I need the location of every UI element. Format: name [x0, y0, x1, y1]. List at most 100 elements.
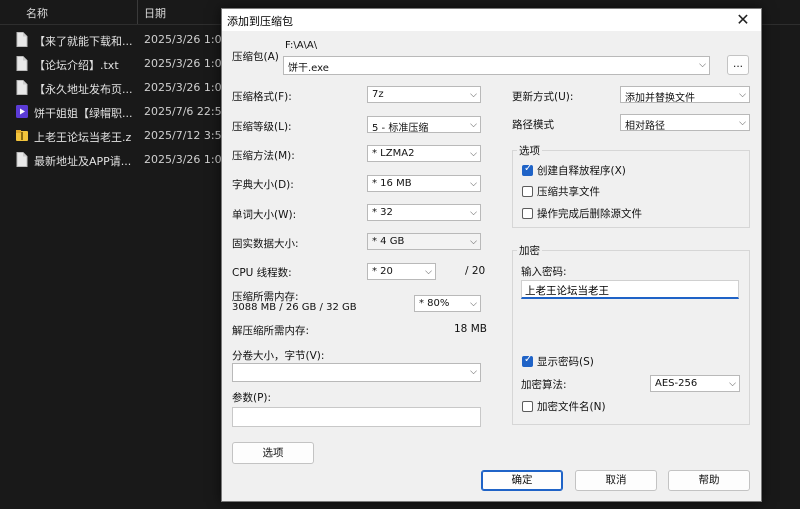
delete-after-label[interactable]: 操作完成后删除源文件 [537, 206, 642, 221]
close-icon[interactable]: ✕ [725, 9, 761, 31]
column-header-name[interactable]: 名称 [26, 5, 48, 21]
volume-size-combo[interactable]: ⌵ [232, 363, 481, 382]
update-mode-select[interactable]: 添加并替换文件 ⌵ [620, 86, 750, 104]
memory-detail: 3088 MB / 26 GB / 32 GB [232, 302, 357, 313]
update-mode-label: 更新方式(U): [512, 91, 574, 103]
archive-label: 压缩包(A) [232, 51, 279, 63]
chevron-down-icon[interactable]: ⌵ [470, 117, 477, 133]
chevron-down-icon[interactable]: ⌵ [699, 57, 706, 73]
video-file-icon [16, 105, 28, 118]
memory-percent-value: * 80% [419, 298, 450, 309]
document-icon [16, 56, 28, 71]
volume-size-label: 分卷大小，字节(V): [232, 350, 325, 362]
path-mode-value: 相对路径 [625, 121, 665, 132]
method-label: 压缩方法(M): [232, 150, 295, 162]
chevron-down-icon[interactable]: ⌵ [425, 264, 432, 280]
chevron-down-icon[interactable]: ⌵ [470, 296, 477, 312]
document-icon [16, 80, 28, 95]
file-row[interactable]: 【来了就能下载和... 2025/3/26 1:07 [0, 28, 230, 52]
chevron-down-icon[interactable]: ⌵ [729, 376, 736, 392]
params-label: 参数(P): [232, 392, 272, 404]
level-label: 压缩等级(L): [232, 121, 292, 133]
show-password-label[interactable]: 显示密码(S) [537, 354, 594, 369]
chevron-down-icon[interactable]: ⌵ [470, 364, 477, 380]
chevron-down-icon[interactable]: ⌵ [470, 205, 477, 221]
encrypt-names-checkbox[interactable] [522, 401, 533, 412]
column-header-date[interactable]: 日期 [144, 5, 166, 21]
chevron-down-icon[interactable]: ⌵ [470, 146, 477, 162]
encrypt-names-label[interactable]: 加密文件名(N) [537, 399, 606, 414]
cancel-button[interactable]: 取消 [575, 470, 657, 491]
file-row[interactable]: 上老王论坛当老王.z... 2025/7/12 3:50 [0, 124, 230, 148]
title-bar[interactable]: 添加到压缩包 ✕ [222, 9, 761, 31]
password-label: 输入密码: [521, 266, 567, 278]
path-mode-label: 路径模式 [512, 119, 554, 131]
level-select[interactable]: 5 - 标准压缩 ⌵ [367, 116, 481, 134]
sfx-checkbox[interactable] [522, 163, 533, 176]
help-button[interactable]: 帮助 [668, 470, 750, 491]
cpu-threads-value: * 20 [372, 266, 393, 277]
format-value: 7z [372, 89, 384, 100]
archive-path: F:\A\A\ [285, 40, 318, 51]
dialog-title: 添加到压缩包 [227, 15, 293, 28]
options-button[interactable]: 选项 [232, 442, 314, 464]
solid-size-select[interactable]: * 4 GB ⌵ [367, 233, 481, 250]
encryption-method-value: AES-256 [655, 378, 698, 389]
file-row[interactable]: 最新地址及APP请... 2025/3/26 1:08 [0, 148, 230, 172]
chevron-down-icon[interactable]: ⌵ [470, 234, 477, 250]
memory-percent-select[interactable]: * 80% ⌵ [414, 295, 481, 312]
method-value: * LZMA2 [372, 148, 415, 159]
sfx-label[interactable]: 创建自释放程序(X) [537, 163, 626, 178]
word-size-select[interactable]: * 32 ⌵ [367, 204, 481, 221]
browse-button[interactable]: ... [727, 55, 749, 75]
column-divider[interactable] [137, 0, 138, 24]
archive-icon [16, 130, 28, 141]
document-icon [16, 32, 28, 47]
chevron-down-icon[interactable]: ⌵ [739, 115, 746, 131]
shared-files-checkbox[interactable] [522, 186, 533, 197]
show-password-checkbox[interactable] [522, 354, 533, 367]
file-row[interactable]: 【论坛介绍】.txt 2025/3/26 1:08 [0, 52, 230, 76]
word-size-label: 单词大小(W): [232, 209, 297, 221]
format-select[interactable]: 7z ⌵ [367, 86, 481, 103]
encryption-method-select[interactable]: AES-256 ⌵ [650, 375, 740, 392]
shared-files-label[interactable]: 压缩共享文件 [537, 184, 600, 199]
cpu-threads-select[interactable]: * 20 ⌵ [367, 263, 436, 280]
file-date: 2025/7/6 22:51 [144, 105, 229, 118]
method-select[interactable]: * LZMA2 ⌵ [367, 145, 481, 162]
chevron-down-icon[interactable]: ⌵ [470, 176, 477, 192]
document-icon [16, 152, 28, 167]
cpu-threads-label: CPU 线程数: [232, 267, 292, 279]
solid-size-value: * 4 GB [372, 236, 405, 247]
ok-button[interactable]: 确定 [481, 470, 563, 491]
file-name: 上老王论坛当老王.z... [34, 131, 132, 144]
params-input[interactable] [232, 407, 481, 427]
file-name: 【论坛介绍】.txt [34, 59, 119, 72]
file-name: 最新地址及APP请... [34, 155, 132, 168]
file-date: 2025/3/26 1:08 [144, 81, 229, 94]
dict-size-select[interactable]: * 16 MB ⌵ [367, 175, 481, 192]
chevron-down-icon[interactable]: ⌵ [739, 87, 746, 103]
file-name: 【永久地址发布页... [34, 83, 132, 96]
dict-size-label: 字典大小(D): [232, 179, 294, 191]
file-name: 【来了就能下载和... [34, 35, 132, 48]
file-date: 2025/3/26 1:08 [144, 153, 229, 166]
encryption-method-label: 加密算法: [521, 379, 567, 391]
archive-name-value: 饼干.exe [288, 63, 329, 74]
password-input[interactable]: 上老王论坛当老王 [521, 280, 739, 299]
chevron-down-icon[interactable]: ⌵ [470, 87, 477, 103]
options-group-label: 选项 [517, 143, 542, 158]
file-date: 2025/7/12 3:50 [144, 129, 229, 142]
archive-name-combo[interactable]: 饼干.exe ⌵ [283, 56, 710, 75]
format-label: 压缩格式(F): [232, 91, 292, 103]
delete-after-checkbox[interactable] [522, 208, 533, 219]
file-row[interactable]: 【永久地址发布页... 2025/3/26 1:08 [0, 76, 230, 100]
solid-size-label: 固实数据大小: [232, 238, 299, 250]
file-date: 2025/3/26 1:07 [144, 33, 229, 46]
add-to-archive-dialog: 添加到压缩包 ✕ 压缩包(A) F:\A\A\ 饼干.exe ⌵ ... 压缩格… [221, 8, 762, 502]
password-value: 上老王论坛当老王 [525, 285, 609, 297]
file-row[interactable]: 饼干姐姐【绿帽职... 2025/7/6 22:51 [0, 100, 230, 124]
file-name: 饼干姐姐【绿帽职... [34, 107, 132, 120]
path-mode-select[interactable]: 相对路径 ⌵ [620, 114, 750, 132]
dict-size-value: * 16 MB [372, 178, 412, 189]
